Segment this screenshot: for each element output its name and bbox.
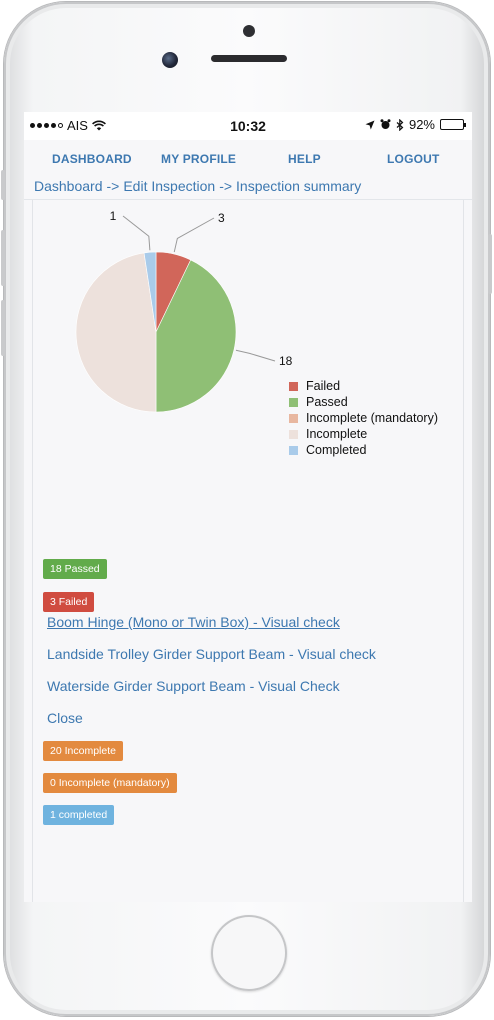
volume-down-button xyxy=(1,300,5,356)
pie-data-label: 18 xyxy=(279,354,293,368)
breadcrumb-separator: -> xyxy=(106,178,120,194)
legend-label: Passed xyxy=(306,395,348,409)
breadcrumb-inspection-summary: Inspection summary xyxy=(236,178,362,194)
inspection-pie-chart: 1 3 18 Failed Passed Incomplete (mandatory) I… xyxy=(33,200,465,457)
breadcrumb-separator: -> xyxy=(219,178,233,194)
pie-slice-incomplete xyxy=(75,252,157,413)
legend-label: Completed xyxy=(306,443,367,457)
power-button xyxy=(488,234,492,294)
passed-count-badge: 18 Passed xyxy=(43,559,107,579)
top-navigation: DASHBOARD MY PROFILE HELP LOGOUT Dashboa… xyxy=(24,140,472,200)
legend-item: Passed xyxy=(289,394,438,410)
legend-label: Incomplete xyxy=(306,427,368,441)
nav-dashboard-link[interactable]: DASHBOARD xyxy=(52,152,132,166)
data-label-leader-line xyxy=(235,349,276,362)
legend-item: Completed xyxy=(289,442,438,458)
phone-screen: AIS 10:32 92% DASHBOARD MY PROFILE HELP … xyxy=(24,112,472,902)
pie-data-label: 1 xyxy=(110,209,117,223)
status-icons: 92% xyxy=(365,117,466,132)
status-bar: AIS 10:32 92% xyxy=(24,112,472,140)
failed-item-link[interactable]: Waterside Girder Support Beam - Visual C… xyxy=(47,678,340,694)
legend-label: Incomplete (mandatory) xyxy=(306,411,439,425)
inspection-summary-content: 1 3 18 Failed Passed Incomplete (mandatory) I… xyxy=(32,200,464,902)
nav-my-profile-link[interactable]: MY PROFILE xyxy=(161,152,236,166)
close-link[interactable]: Close xyxy=(47,710,83,726)
location-arrow-icon xyxy=(365,120,375,129)
mute-switch xyxy=(1,170,5,200)
incomplete-count-badge: 20 Incomplete xyxy=(43,741,123,761)
incomplete-mandatory-count-badge: 0 Incomplete (mandatory) xyxy=(43,773,177,793)
legend-swatch xyxy=(289,397,298,407)
legend-item: Failed xyxy=(289,378,438,394)
data-label-leader-line xyxy=(122,215,151,251)
chart-legend: Failed Passed Incomplete (mandatory) Incomp… xyxy=(289,378,438,458)
legend-item: Incomplete (mandatory) xyxy=(289,410,438,426)
battery-percentage: 92% xyxy=(408,117,435,132)
legend-swatch xyxy=(289,429,298,439)
legend-swatch xyxy=(289,381,298,391)
home-button[interactable] xyxy=(211,915,287,991)
bluetooth-icon xyxy=(396,118,404,131)
earpiece-speaker xyxy=(211,55,287,62)
front-camera xyxy=(162,52,178,68)
legend-swatch xyxy=(289,445,298,455)
nav-logout-link[interactable]: LOGOUT xyxy=(387,152,440,166)
failed-item-link[interactable]: Landside Trolley Girder Support Beam - V… xyxy=(47,646,376,662)
proximity-sensor xyxy=(243,25,255,37)
data-label-leader-line xyxy=(173,217,215,253)
breadcrumb: Dashboard -> Edit Inspection -> Inspecti… xyxy=(34,178,361,194)
pie-data-label: 3 xyxy=(218,211,225,225)
nav-help-link[interactable]: HELP xyxy=(288,152,321,166)
breadcrumb-dashboard[interactable]: Dashboard xyxy=(34,178,103,194)
failed-item-link[interactable]: Boom Hinge (Mono or Twin Box) - Visual c… xyxy=(47,614,340,630)
alarm-clock-icon xyxy=(380,119,391,129)
failed-count-badge: 3 Failed xyxy=(43,592,95,612)
legend-item: Incomplete xyxy=(289,426,438,442)
legend-swatch xyxy=(289,413,298,423)
volume-up-button xyxy=(1,230,5,286)
breadcrumb-edit-inspection[interactable]: Edit Inspection xyxy=(123,178,215,194)
completed-count-badge: 1 completed xyxy=(43,805,115,825)
legend-label: Failed xyxy=(306,379,341,393)
battery-icon xyxy=(440,119,466,130)
